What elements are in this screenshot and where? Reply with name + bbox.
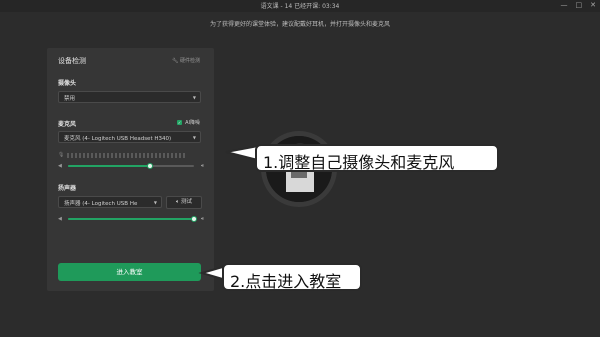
callout-two-text: 2.点击进入教室 [230,272,342,291]
callout-one-text: 1.调整自己摄像头和麦克风 [263,153,455,172]
callout-one: 1.调整自己摄像头和麦克风 [255,144,499,172]
callout-two: 2.点击进入教室 [222,263,362,291]
callout-one-pointer [225,144,259,162]
